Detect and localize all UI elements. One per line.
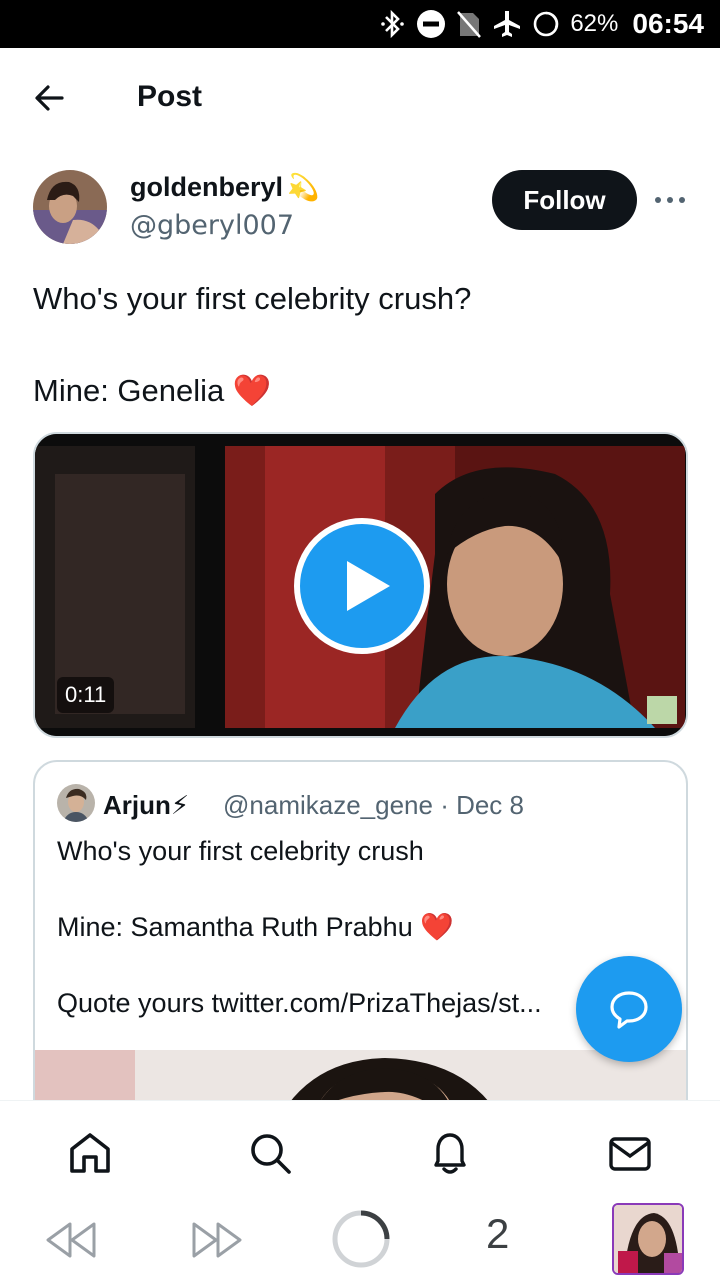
chat-bubble-icon	[610, 991, 648, 1029]
quoted-avatar	[57, 784, 95, 822]
quoted-author-name: Arjun⚡	[103, 790, 190, 820]
tab-count[interactable]: 2	[486, 1210, 509, 1258]
airplane-icon	[494, 11, 521, 37]
do-not-disturb-icon	[417, 10, 446, 38]
more-options-icon[interactable]	[652, 185, 688, 215]
battery-percentage: 62%	[570, 10, 619, 37]
quoted-post[interactable]: Arjun⚡ @namikaze_gene · Dec 8 Who's your…	[33, 760, 688, 1140]
post-text: Who's your first celebrity crush? Mine: …	[33, 281, 472, 408]
video-duration: 0:11	[57, 677, 115, 713]
play-button[interactable]	[294, 518, 430, 654]
sparkle-badge-icon: 💫	[287, 172, 320, 202]
rewind-icon[interactable]	[44, 1218, 98, 1262]
no-sim-icon	[457, 11, 482, 38]
header: Post	[0, 48, 720, 144]
battery-icon	[534, 11, 559, 37]
home-icon[interactable]	[66, 1129, 114, 1177]
messages-icon[interactable]	[606, 1129, 654, 1177]
clock: 06:54	[632, 8, 704, 39]
author-handle[interactable]: @gberyl007	[130, 210, 294, 241]
page-title: Post	[137, 80, 203, 113]
loading-icon[interactable]	[330, 1208, 392, 1270]
video-player[interactable]: 0:11	[33, 432, 688, 738]
author-name[interactable]: goldenberyl 💫	[130, 172, 319, 203]
fast-forward-icon[interactable]	[190, 1218, 244, 1262]
notifications-icon[interactable]	[426, 1129, 474, 1177]
profile-thumbnail[interactable]	[612, 1203, 684, 1275]
status-icons: 62% 06:54	[380, 0, 704, 48]
play-icon	[347, 561, 390, 611]
bluetooth-icon	[381, 9, 405, 39]
avatar[interactable]	[33, 170, 107, 244]
bottom-navigation	[0, 1100, 720, 1200]
status-bar: 62% 06:54	[0, 0, 720, 48]
browser-toolbar: 2	[0, 1200, 720, 1280]
quoted-handle-date: @namikaze_gene · Dec 8	[223, 790, 524, 820]
author-name-text: goldenberyl	[130, 172, 284, 202]
follow-button[interactable]: Follow	[492, 170, 637, 230]
search-icon[interactable]	[246, 1129, 294, 1177]
reply-fab[interactable]	[576, 956, 682, 1062]
arrow-left-icon[interactable]	[30, 78, 70, 118]
